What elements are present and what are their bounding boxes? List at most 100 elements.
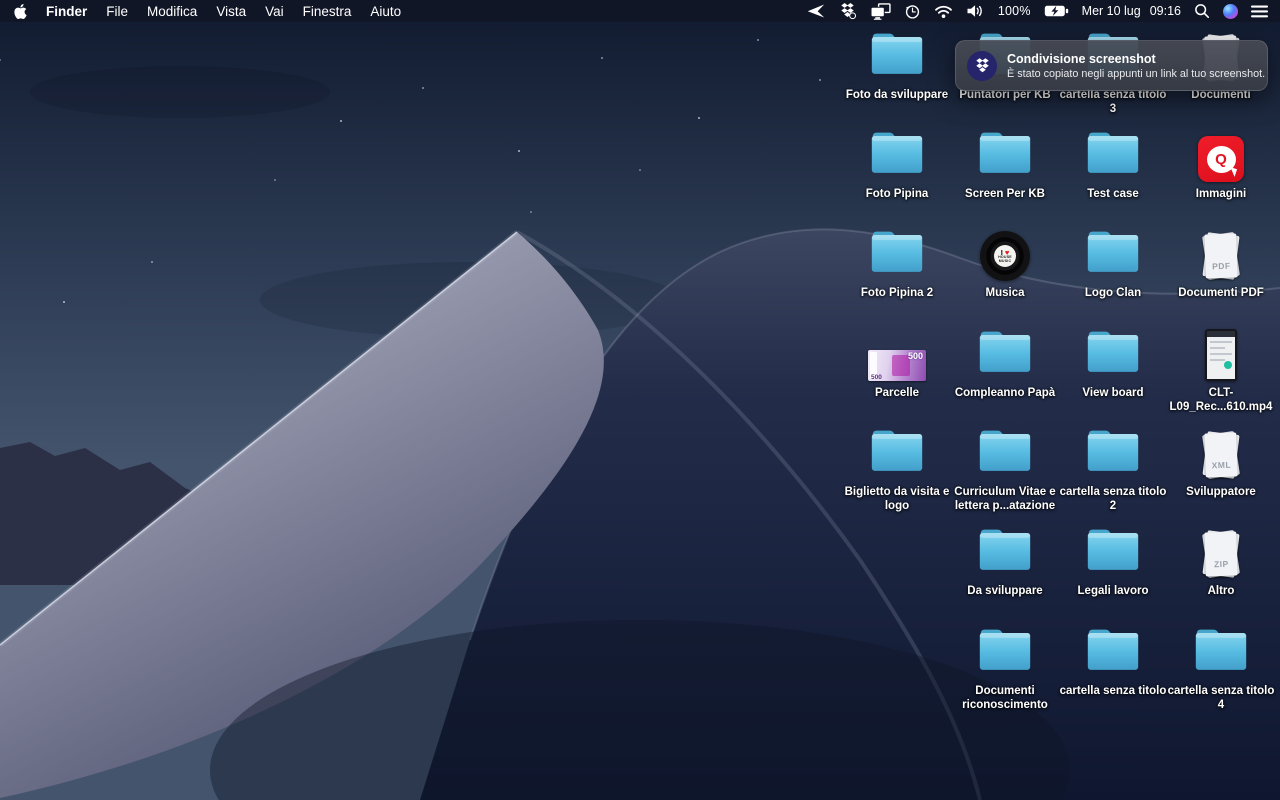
desktop-icon-compleanno-pap[interactable]: Compleanno Papà	[951, 329, 1059, 401]
battery-charging-icon[interactable]	[1044, 5, 1069, 17]
desktop-icon-art	[1059, 527, 1167, 579]
desktop-icon-art	[1059, 627, 1167, 679]
red-q-app-icon: Q	[1198, 136, 1244, 182]
menu-bar-time[interactable]: 09:16	[1150, 4, 1181, 18]
desktop-icon-art: XML	[1167, 428, 1275, 480]
zip-document-stack-icon: ZIP	[1198, 529, 1244, 579]
desktop-icon-test-case[interactable]: Test case	[1059, 130, 1167, 202]
notification-body: È stato copiato negli appunti un link al…	[1007, 68, 1257, 80]
desktop-icon-foto-da-sviluppare[interactable]: Foto da sviluppare	[843, 31, 951, 103]
notification-title: Condivisione screenshot	[1007, 52, 1257, 66]
desktop-icon-art: PDF	[1167, 229, 1275, 281]
volume-icon[interactable]	[966, 3, 985, 19]
folder-icon	[866, 226, 928, 281]
desktop-icon-curriculum-vitae-e-lettera-p-atazione[interactable]: Curriculum Vitae e lettera p...atazione	[951, 428, 1059, 513]
desktop-icon-label: cartella senza titolo 2	[1055, 486, 1171, 513]
desktop-icon-art	[951, 329, 1059, 381]
desktop-icon-foto-pipina[interactable]: Foto Pipina	[843, 130, 951, 202]
desktop-icon-foto-pipina-2[interactable]: Foto Pipina 2	[843, 229, 951, 301]
desktop-icon-label: Altro	[1163, 585, 1279, 599]
menu-item-aiuto[interactable]: Aiuto	[370, 4, 401, 19]
menu-item-file[interactable]: File	[106, 4, 128, 19]
desktop-icon-label: Parcelle	[839, 387, 955, 401]
folder-icon	[866, 127, 928, 182]
menu-bar-status: 100% Mer 10 lug 09:16	[806, 2, 1268, 20]
video-thumbnail-icon	[1205, 329, 1237, 381]
apple-menu[interactable]	[14, 4, 27, 19]
desktop-icon-da-sviluppare[interactable]: Da sviluppare	[951, 527, 1059, 599]
desktop-icon-label: Screen Per KB	[947, 188, 1063, 202]
desktop-icon-art	[951, 627, 1059, 679]
folder-icon	[974, 524, 1036, 579]
desktop-icon-screen-per-kb[interactable]: Screen Per KB	[951, 130, 1059, 202]
xml-document-stack-icon: XML	[1198, 430, 1244, 480]
banknote-icon: 500500	[868, 350, 926, 381]
desktop-icon-label: Test case	[1055, 188, 1171, 202]
menu-item-finestra[interactable]: Finestra	[303, 4, 352, 19]
paper-plane-icon[interactable]	[806, 3, 825, 19]
desktop-icon-cartella-senza-titolo-2[interactable]: cartella senza titolo 2	[1059, 428, 1167, 513]
folder-icon	[1082, 524, 1144, 579]
menu-item-vista[interactable]: Vista	[216, 4, 246, 19]
desktop-icon-label: Curriculum Vitae e lettera p...atazione	[947, 486, 1063, 513]
desktop-icon-art	[951, 428, 1059, 480]
folder-icon	[974, 326, 1036, 381]
menu-item-vai[interactable]: Vai	[265, 4, 284, 19]
desktop-icon-label: Foto da sviluppare	[839, 89, 955, 103]
folder-icon	[1082, 624, 1144, 679]
pdf-document-stack-icon: PDF	[1198, 231, 1244, 281]
desktop-icon-label: Compleanno Papà	[947, 387, 1063, 401]
menu-items: File Modifica Vista Vai Finestra Aiuto	[106, 4, 401, 19]
menu-bar-left: Finder File Modifica Vista Vai Finestra Aiuto	[14, 4, 401, 19]
siri-icon[interactable]	[1223, 4, 1238, 19]
folder-icon	[1082, 226, 1144, 281]
desktop-icon-cartella-senza-titolo[interactable]: cartella senza titolo	[1059, 627, 1167, 699]
desktop-icon-sviluppatore[interactable]: XMLSviluppatore	[1167, 428, 1275, 500]
desktop-icon-documenti-riconoscimento[interactable]: Documenti riconoscimento	[951, 627, 1059, 712]
desktop-icon-label: Legali lavoro	[1055, 585, 1171, 599]
desktop-icon-parcelle[interactable]: 500500Parcelle	[843, 329, 951, 401]
desktop-icon-art: 500500	[843, 329, 951, 381]
desktop-icon-altro[interactable]: ZIPAltro	[1167, 527, 1275, 599]
menu-item-modifica[interactable]: Modifica	[147, 4, 197, 19]
dropbox-sync-icon[interactable]	[838, 2, 857, 20]
spotlight-icon[interactable]	[1194, 3, 1210, 19]
desktop-icon-art	[1167, 329, 1275, 381]
folder-icon	[1082, 326, 1144, 381]
desktop-icon-art	[843, 229, 951, 281]
app-menu-finder[interactable]: Finder	[46, 4, 87, 19]
desktop-icon-documenti-pdf[interactable]: PDFDocumenti PDF	[1167, 229, 1275, 301]
desktop-icon-musica[interactable]: I ♥ HOUSEMUSICMusica	[951, 229, 1059, 301]
wifi-icon[interactable]	[934, 4, 953, 19]
folder-icon	[974, 127, 1036, 182]
desktop-icon-art	[843, 31, 951, 83]
desktop-icon-label: Documenti riconoscimento	[947, 685, 1063, 712]
battery-percent[interactable]: 100%	[998, 4, 1031, 18]
desktop-icon-label: Documenti PDF	[1163, 287, 1279, 301]
menu-bar: Finder File Modifica Vista Vai Finestra Aiuto	[0, 0, 1280, 22]
desktop-icon-immagini[interactable]: QImmagini	[1167, 130, 1275, 202]
notification-banner[interactable]: Condivisione screenshot È stato copiato …	[955, 40, 1268, 91]
desktop-icon-label: Logo Clan	[1055, 287, 1171, 301]
desktop-icon-legali-lavoro[interactable]: Legali lavoro	[1059, 527, 1167, 599]
displays-icon[interactable]	[870, 3, 891, 20]
desktop-icon-biglietto-da-visita-e-logo[interactable]: Biglietto da visita e logo	[843, 428, 951, 513]
desktop-icon-art	[1059, 329, 1167, 381]
desktop-icon-art: ZIP	[1167, 527, 1275, 579]
notification-center-icon[interactable]	[1251, 5, 1268, 18]
desktop-icon-art: I ♥ HOUSEMUSIC	[951, 229, 1059, 281]
desktop-icon-cartella-senza-titolo-4[interactable]: cartella senza titolo 4	[1167, 627, 1275, 712]
desktop-icon-label: Sviluppatore	[1163, 486, 1279, 500]
desktop-icon-art: Q	[1167, 130, 1275, 182]
folder-icon	[866, 28, 928, 83]
desktop-icon-logo-clan[interactable]: Logo Clan	[1059, 229, 1167, 301]
menu-bar-date[interactable]: Mer 10 lug	[1082, 4, 1141, 18]
folder-icon	[1190, 624, 1252, 679]
folder-icon	[866, 425, 928, 480]
desktop-icon-label: Biglietto da visita e logo	[839, 486, 955, 513]
desktop-icon-view-board[interactable]: View board	[1059, 329, 1167, 401]
folder-icon	[1082, 425, 1144, 480]
desktop-icon-clt-l09-rec-610-mp4[interactable]: CLT-L09_Rec...610.mp4	[1167, 329, 1275, 414]
time-machine-icon[interactable]	[904, 3, 921, 20]
desktop-icon-label: cartella senza titolo	[1055, 685, 1171, 699]
